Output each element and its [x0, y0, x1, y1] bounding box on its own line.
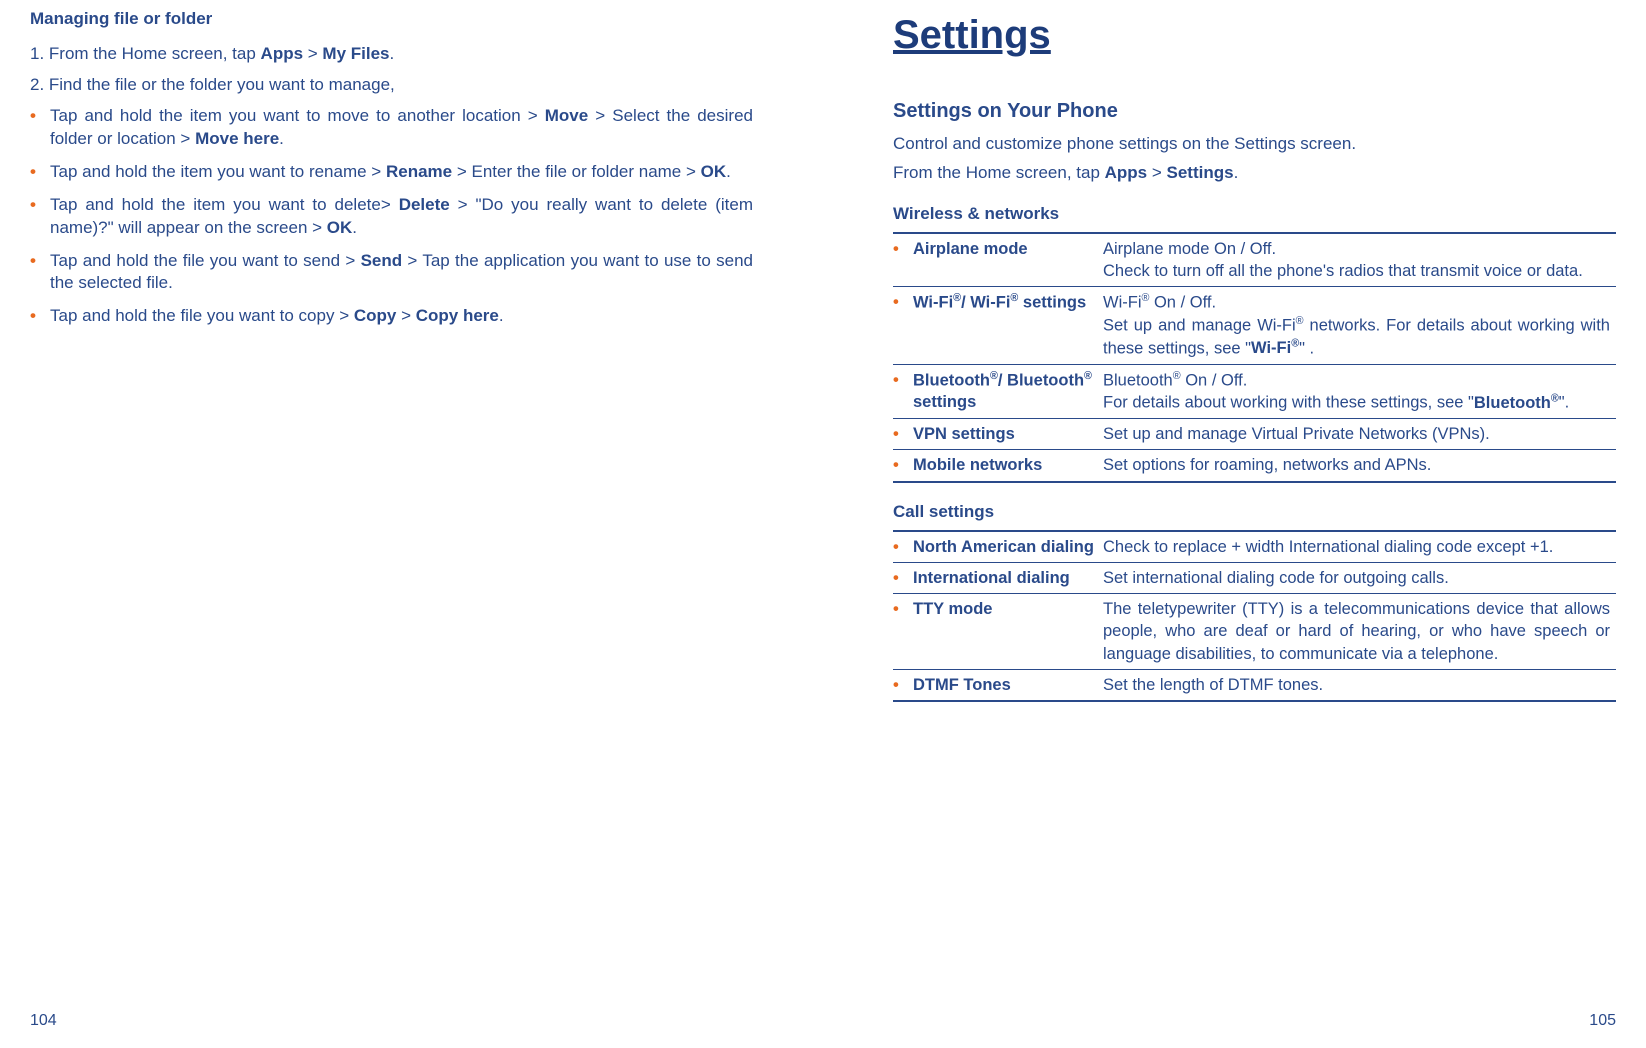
- b4-b2: Copy here: [416, 306, 499, 325]
- list-item: • Tap and hold the file you want to copy…: [30, 305, 753, 328]
- list-item: • Tap and hold the item you want to rena…: [30, 161, 753, 184]
- bullet-text: Tap and hold the item you want to move t…: [50, 105, 753, 151]
- cell-label: TTY mode: [913, 598, 992, 620]
- bullet-icon: •: [893, 291, 913, 314]
- bullet-icon: •: [893, 369, 913, 414]
- cell-desc: Wi-Fi® On / Off.Set up and manage Wi-Fi®…: [1103, 287, 1616, 364]
- heading-managing: Managing file or folder: [30, 8, 753, 31]
- bullet-icon: •: [893, 674, 913, 696]
- step1-apps: Apps: [261, 44, 304, 63]
- b2-b2: OK: [327, 218, 353, 237]
- b0-post: .: [279, 129, 284, 148]
- b4-pre: Tap and hold the file you want to copy >: [50, 306, 354, 325]
- b4-mid: >: [396, 306, 415, 325]
- cell-desc: Bluetooth® On / Off.For details about wo…: [1103, 364, 1616, 419]
- table-row: •North American dialing Check to replace…: [893, 531, 1616, 563]
- b4-b1: Copy: [354, 306, 397, 325]
- b0-b1: Move: [545, 106, 588, 125]
- list-item: • Tap and hold the item you want to dele…: [30, 194, 753, 240]
- cell-label: Mobile networks: [913, 454, 1042, 476]
- step1-mid: >: [303, 44, 322, 63]
- cell-desc: Airplane mode On / Off.Check to turn off…: [1103, 233, 1616, 287]
- call-table: •North American dialing Check to replace…: [893, 530, 1616, 703]
- bullet-icon: •: [893, 598, 913, 620]
- b2-post: .: [352, 218, 357, 237]
- bullet-icon: •: [30, 161, 50, 184]
- bullet-icon: •: [30, 305, 50, 328]
- b1-b2: OK: [701, 162, 727, 181]
- bullet-icon: •: [893, 567, 913, 589]
- table-row: •International dialing Set international…: [893, 562, 1616, 593]
- b4-post: .: [499, 306, 504, 325]
- cell-label: North American dialing: [913, 536, 1094, 558]
- list-item: • Tap and hold the item you want to move…: [30, 105, 753, 151]
- bullet-icon: •: [893, 454, 913, 476]
- table-row: •Mobile networks Set options for roaming…: [893, 450, 1616, 482]
- cell-desc: Set international dialing code for outgo…: [1103, 562, 1616, 593]
- b2-b1: Delete: [399, 195, 450, 214]
- bullet-text: Tap and hold the item you want to rename…: [50, 161, 753, 184]
- step1-myfiles: My Files: [322, 44, 389, 63]
- cell-desc: Check to replace + width International d…: [1103, 531, 1616, 563]
- table-row: •Airplane mode Airplane mode On / Off.Ch…: [893, 233, 1616, 287]
- wireless-table: •Airplane mode Airplane mode On / Off.Ch…: [893, 232, 1616, 483]
- b0-pre: Tap and hold the item you want to move t…: [50, 106, 545, 125]
- paragraph: From the Home screen, tap Apps > Setting…: [893, 162, 1616, 185]
- bullet-icon: •: [893, 536, 913, 558]
- cell-label: Bluetooth®/ Bluetooth® settings: [913, 369, 1097, 414]
- page-title: Settings: [893, 8, 1616, 62]
- cell-label: VPN settings: [913, 423, 1015, 445]
- bullet-icon: •: [893, 423, 913, 445]
- list-item: • Tap and hold the file you want to send…: [30, 250, 753, 296]
- b0-b2: Move here: [195, 129, 279, 148]
- page-number-right: 105: [1589, 1010, 1616, 1032]
- bullet-list: • Tap and hold the item you want to move…: [30, 105, 753, 329]
- bullet-icon: •: [30, 194, 50, 240]
- cell-desc: Set up and manage Virtual Private Networ…: [1103, 419, 1616, 450]
- p2-settings: Settings: [1167, 163, 1234, 182]
- step1-pre: 1. From the Home screen, tap: [30, 44, 261, 63]
- subheading-call: Call settings: [893, 501, 1616, 524]
- page-right: Settings Settings on Your Phone Control …: [823, 0, 1646, 1048]
- b2-pre: Tap and hold the item you want to delete…: [50, 195, 399, 214]
- bullet-icon: •: [30, 250, 50, 296]
- cell-label: Wi-Fi®/ Wi-Fi® settings: [913, 291, 1086, 314]
- bullet-text: Tap and hold the file you want to copy >…: [50, 305, 753, 328]
- subheading-wireless: Wireless & networks: [893, 203, 1616, 226]
- section-heading: Settings on Your Phone: [893, 98, 1616, 125]
- p2-apps: Apps: [1105, 163, 1148, 182]
- b1-pre: Tap and hold the item you want to rename…: [50, 162, 386, 181]
- b1-mid: > Enter the file or folder name >: [452, 162, 701, 181]
- cell-label: International dialing: [913, 567, 1070, 589]
- cell-label: DTMF Tones: [913, 674, 1011, 696]
- b3-b1: Send: [361, 251, 403, 270]
- paragraph: Control and customize phone settings on …: [893, 133, 1616, 156]
- cell-desc: Set the length of DTMF tones.: [1103, 669, 1616, 701]
- table-row: •Bluetooth®/ Bluetooth® settings Bluetoo…: [893, 364, 1616, 419]
- p2-mid: >: [1147, 163, 1166, 182]
- table-row: •DTMF Tones Set the length of DTMF tones…: [893, 669, 1616, 701]
- table-row: •Wi-Fi®/ Wi-Fi® settings Wi-Fi® On / Off…: [893, 287, 1616, 364]
- page-left: Managing file or folder 1. From the Home…: [0, 0, 823, 1048]
- b3-pre: Tap and hold the file you want to send >: [50, 251, 361, 270]
- bullet-text: Tap and hold the file you want to send >…: [50, 250, 753, 296]
- step1-post: .: [390, 44, 395, 63]
- b1-b1: Rename: [386, 162, 452, 181]
- table-row: •TTY mode The teletypewriter (TTY) is a …: [893, 594, 1616, 670]
- b1-post: .: [726, 162, 731, 181]
- cell-label: Airplane mode: [913, 238, 1028, 260]
- bullet-icon: •: [30, 105, 50, 151]
- table-row: •VPN settings Set up and manage Virtual …: [893, 419, 1616, 450]
- bullet-text: Tap and hold the item you want to delete…: [50, 194, 753, 240]
- bullet-icon: •: [893, 238, 913, 260]
- p2-pre: From the Home screen, tap: [893, 163, 1105, 182]
- p2-post: .: [1234, 163, 1239, 182]
- cell-desc: Set options for roaming, networks and AP…: [1103, 450, 1616, 482]
- page-number-left: 104: [30, 1010, 57, 1032]
- cell-desc: The teletypewriter (TTY) is a telecommun…: [1103, 594, 1616, 670]
- step-1: 1. From the Home screen, tap Apps > My F…: [30, 43, 753, 66]
- step-2: 2. Find the file or the folder you want …: [30, 74, 753, 97]
